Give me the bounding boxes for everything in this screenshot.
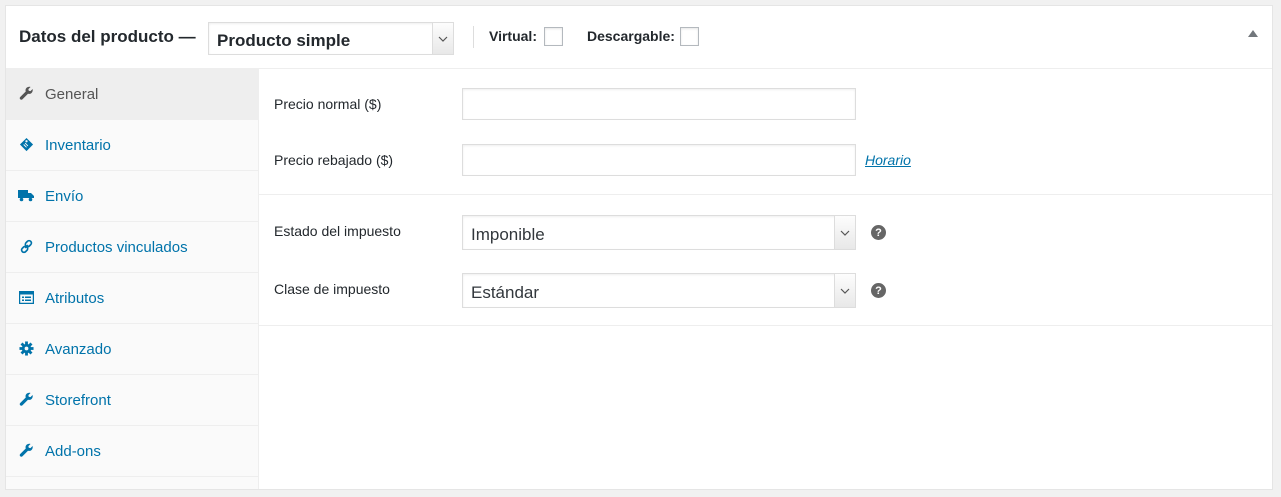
tab-label: Envío [45, 188, 84, 205]
tab-label: Inventario [45, 137, 111, 154]
panel-title: Datos del producto — [19, 27, 196, 46]
collapse-toggle-icon[interactable] [1248, 30, 1258, 37]
tax-class-value: Estándar [471, 283, 540, 302]
downloadable-checkbox[interactable] [680, 27, 699, 46]
tab-storefront[interactable]: Storefront [6, 375, 258, 426]
truck-icon [18, 187, 34, 203]
tab-shipping[interactable]: Envío [6, 171, 258, 222]
regular-price-label: Precio normal ($) [274, 96, 382, 112]
pricing-group: Precio normal ($) Precio rebajado ($) Ho… [259, 69, 1272, 195]
tab-label: Storefront [45, 392, 111, 409]
tab-general[interactable]: General [6, 69, 258, 120]
tab-label: Atributos [45, 290, 105, 307]
tab-label: General [45, 86, 99, 103]
chevron-down-icon [834, 274, 855, 307]
wrench-icon [18, 391, 34, 407]
tax-status-label: Estado del impuesto [274, 223, 401, 239]
tax-class-select[interactable]: Estándar [462, 273, 856, 308]
tax-status-value: Imponible [471, 225, 545, 244]
tab-add-ons[interactable]: Add-ons [6, 426, 258, 477]
regular-price-input[interactable] [462, 88, 856, 120]
wrench-icon [18, 442, 34, 458]
sale-price-label: Precio rebajado ($) [274, 152, 394, 168]
tab-label: Avanzado [45, 341, 112, 358]
tax-class-label: Clase de impuesto [274, 281, 390, 297]
tab-attributes[interactable]: Atributos [6, 273, 258, 324]
panel-header: Datos del producto — Producto simple Vir… [6, 6, 1272, 69]
tax-group: Estado del impuesto Imponible ? Clase de… [259, 195, 1272, 326]
header-divider [473, 26, 474, 48]
chevron-down-icon [432, 23, 453, 54]
wrench-icon [18, 85, 34, 101]
tab-label: Productos vinculados [45, 239, 188, 256]
tab-advanced[interactable]: Avanzado [6, 324, 258, 375]
gear-icon [18, 340, 34, 356]
tab-label: Add-ons [45, 443, 101, 460]
schedule-link[interactable]: Horario [865, 152, 911, 168]
chevron-down-icon [834, 216, 855, 249]
tab-linked-products[interactable]: Productos vinculados [6, 222, 258, 273]
list-view-icon [18, 289, 34, 305]
product-data-panel: Datos del producto — Producto simple Vir… [5, 5, 1273, 490]
sale-price-input[interactable] [462, 144, 856, 176]
product-data-tabs: General Inventario Envío Productos vincu… [6, 69, 259, 489]
tax-status-select[interactable]: Imponible [462, 215, 856, 250]
product-type-select[interactable]: Producto simple [208, 22, 454, 55]
tab-inventory[interactable]: Inventario [6, 120, 258, 171]
virtual-label: Virtual: [489, 28, 537, 44]
link-icon [18, 238, 34, 254]
virtual-checkbox[interactable] [544, 27, 563, 46]
help-icon[interactable]: ? [871, 225, 886, 240]
product-type-value: Producto simple [217, 31, 351, 50]
downloadable-label: Descargable: [587, 28, 675, 44]
help-icon[interactable]: ? [871, 283, 886, 298]
general-panel: Precio normal ($) Precio rebajado ($) Ho… [259, 69, 1272, 489]
tag-icon [18, 136, 34, 152]
